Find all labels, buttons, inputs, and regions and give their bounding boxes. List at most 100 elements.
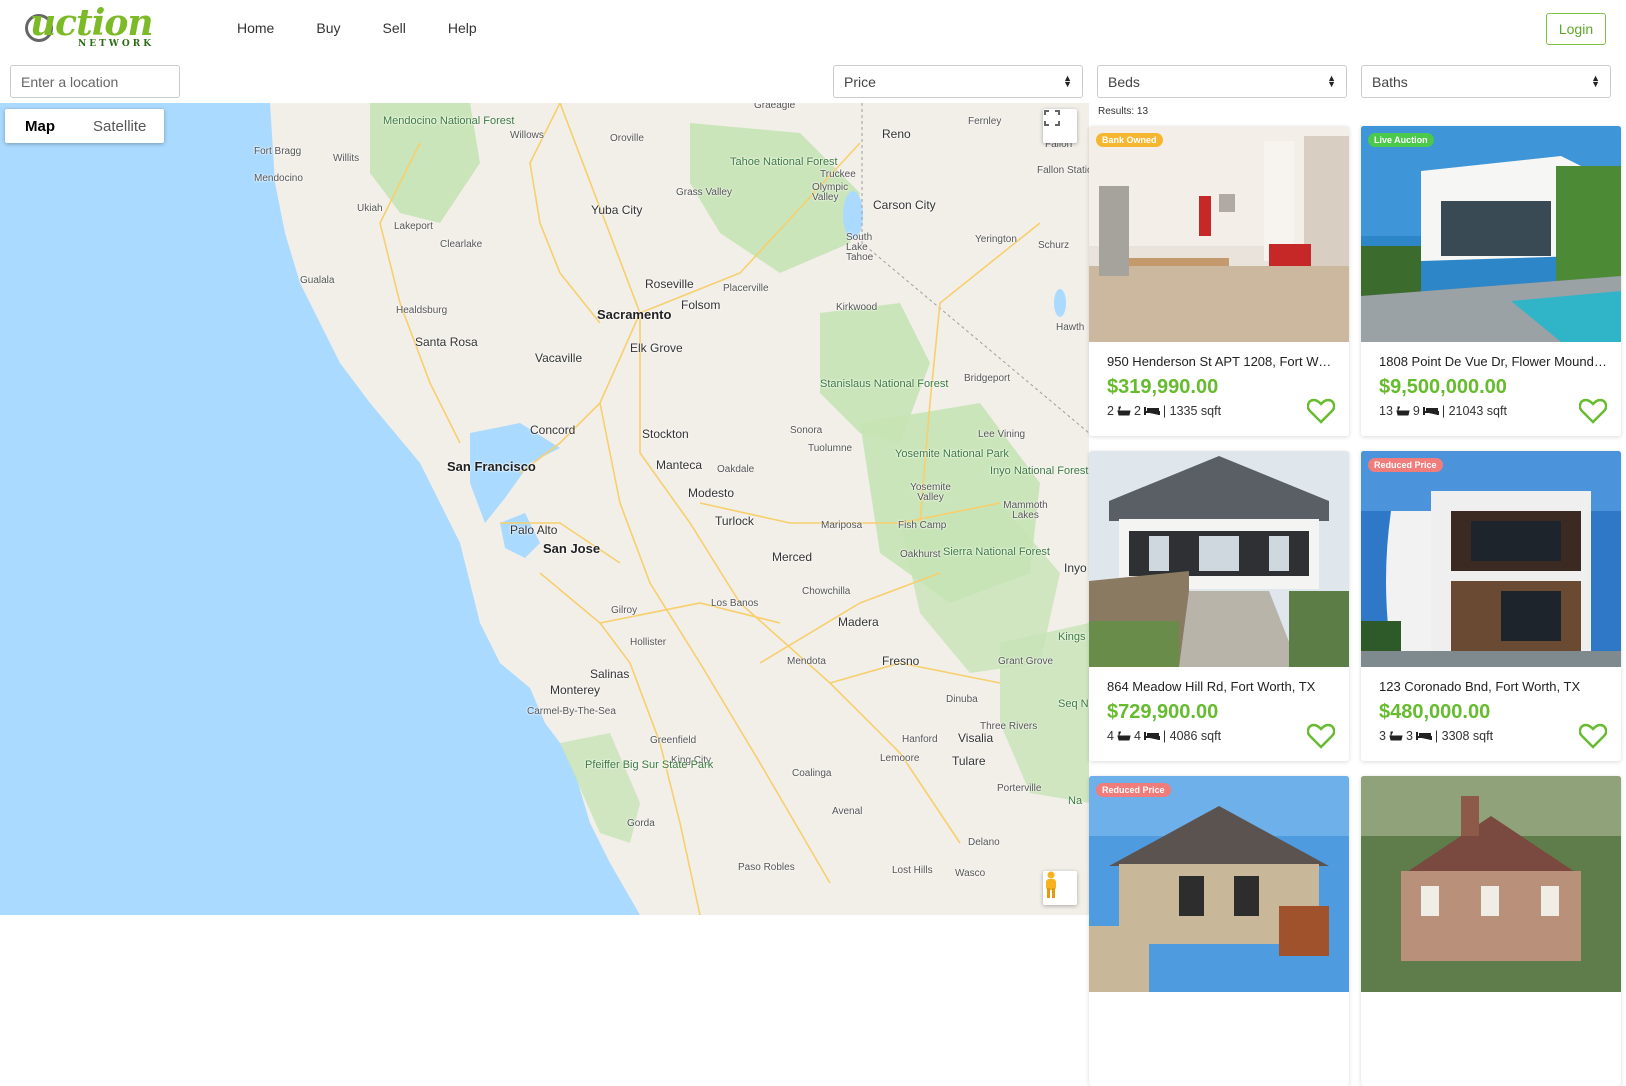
listing-address[interactable]: 1808 Point De Vue Dr, Flower Mound, TX	[1379, 354, 1609, 369]
sqft-value: | 3308 sqft	[1434, 729, 1494, 743]
map-label: Visalia	[958, 731, 994, 745]
nav-home[interactable]: Home	[237, 20, 274, 36]
bed-icon	[1415, 732, 1432, 740]
map-label: Truckee	[820, 169, 856, 180]
status-badge: Reduced Price	[1096, 783, 1171, 797]
map-label: Grass Valley	[676, 187, 732, 198]
map-label: Ukiah	[357, 203, 383, 214]
map-label: Mendocino National Forest	[383, 115, 515, 127]
favorite-heart-icon[interactable]	[1579, 398, 1607, 424]
listing-photo	[1361, 776, 1621, 992]
map-label: Monterey	[550, 683, 601, 697]
favorite-heart-icon[interactable]	[1579, 723, 1607, 749]
logo-subtitle: NETWORK	[78, 39, 155, 49]
nav-sell[interactable]: Sell	[382, 20, 405, 36]
listing-address[interactable]: 864 Meadow Hill Rd, Fort Worth, TX	[1107, 679, 1337, 694]
fullscreen-button[interactable]	[1043, 109, 1077, 143]
map-label: Fort Bragg	[254, 146, 302, 157]
map-label: Turlock	[715, 514, 754, 528]
map-label: Grant Grove	[998, 656, 1054, 667]
listing-address[interactable]: 950 Henderson St APT 1208, Fort Worth, T…	[1107, 354, 1337, 369]
listing-card[interactable]: Bank Owned 950 Henderson St APT 1208, Fo…	[1089, 126, 1349, 436]
map-label: Reno	[882, 127, 911, 141]
location-search-input[interactable]	[10, 65, 180, 98]
map-label: San Francisco	[447, 459, 536, 474]
map-label: Modesto	[688, 486, 735, 500]
map-label: San Jose	[543, 541, 601, 556]
baths-select[interactable]: Baths ▲ ▼	[1361, 65, 1611, 98]
map-label: Tulare	[952, 754, 986, 768]
map-tab-map[interactable]: Map	[5, 109, 75, 143]
status-badge: Live Auction	[1368, 133, 1434, 147]
map-label: Inyo	[1064, 561, 1087, 575]
nav-buy[interactable]: Buy	[316, 20, 340, 36]
bed-icon	[1143, 407, 1160, 415]
select-arrows-icon: ▲ ▼	[1327, 73, 1336, 89]
map-label: Lemoore	[880, 753, 920, 764]
price-select-label: Price	[844, 73, 876, 90]
listing-card[interactable]: Reduced Price 123 Coronado Bnd, Fort Wor…	[1361, 451, 1621, 761]
map-label: Madera	[838, 615, 879, 629]
map-label: Dinuba	[946, 694, 978, 705]
map-type-toggle: Map Satellite	[5, 109, 165, 143]
map-label: Stanislaus National Forest	[820, 378, 949, 390]
map-label: Chowchilla	[802, 586, 851, 597]
nav-help[interactable]: Help	[448, 20, 477, 36]
login-button[interactable]: Login	[1546, 13, 1606, 45]
baths-count: 2	[1133, 404, 1141, 418]
map-label: Hollister	[630, 637, 667, 648]
map-label: Mariposa	[821, 520, 863, 531]
listing-card[interactable]: Live Auction 1808 Point De Vue Dr, Flowe…	[1361, 126, 1621, 436]
map-label: Sonora	[790, 425, 823, 436]
baths-select-label: Baths	[1372, 73, 1408, 90]
listing-address[interactable]: 123 Coronado Bnd, Fort Worth, TX	[1379, 679, 1609, 694]
map-label: Sierra National Forest	[943, 546, 1050, 558]
listing-price: $729,900.00	[1107, 701, 1219, 723]
bed-icon	[1422, 407, 1439, 415]
favorite-heart-icon[interactable]	[1307, 398, 1335, 424]
listing-card[interactable]: 864 Meadow Hill Rd, Fort Worth, TX $729,…	[1089, 451, 1349, 761]
listing-photo	[1089, 451, 1349, 667]
street-view-pegman[interactable]	[1043, 871, 1077, 905]
results-count: Results: 13	[1098, 106, 1149, 117]
map-label: Oakdale	[717, 464, 755, 475]
beds-count: 13	[1379, 404, 1393, 418]
map-label: Lee Vining	[978, 429, 1026, 440]
map-label: Porterville	[997, 783, 1042, 794]
map-label: Fernley	[968, 116, 1002, 127]
map-label: Clearlake	[440, 239, 483, 250]
listing-photo	[1361, 451, 1621, 667]
price-select[interactable]: Price ▲ ▼	[833, 65, 1083, 98]
map-label: Willows	[510, 130, 544, 141]
map-view[interactable]: Graeagle Fernley Mendocino National Fore…	[0, 103, 1089, 915]
favorite-heart-icon[interactable]	[1307, 723, 1335, 749]
bath-icon	[1117, 406, 1131, 416]
status-badge: Reduced Price	[1368, 458, 1443, 472]
map-label: Greenfield	[650, 735, 697, 746]
map-label: Yosemite Valley	[910, 482, 951, 503]
map-label: Gualala	[300, 275, 335, 286]
map-label: Mendocino	[254, 173, 303, 184]
listing-card[interactable]: Reduced Price	[1089, 776, 1349, 1086]
listing-specs: 2 2 | 1335 sqft	[1107, 404, 1221, 418]
map-label: Salinas	[590, 667, 630, 681]
map-label: Santa Rosa	[415, 335, 478, 349]
beds-select[interactable]: Beds ▲ ▼	[1097, 65, 1347, 98]
logo-wordmark: uction	[30, 2, 154, 44]
map-label: Vacaville	[535, 351, 583, 365]
auction-network-logo[interactable]: uction NETWORK	[22, 2, 162, 50]
listing-photo	[1361, 126, 1621, 342]
map-tab-satellite[interactable]: Satellite	[75, 109, 164, 143]
map-label: Healdsburg	[396, 305, 448, 316]
map-label: Coalinga	[792, 768, 832, 779]
map-label: Willits	[333, 153, 360, 164]
status-badge: Bank Owned	[1096, 133, 1163, 147]
listing-card[interactable]	[1361, 776, 1621, 1086]
baths-count: 3	[1405, 729, 1413, 743]
listing-photo	[1089, 126, 1349, 342]
listing-specs: 4 4 | 4086 sqft	[1107, 729, 1221, 743]
map-label: Folsom	[681, 298, 721, 312]
beds-count: 4	[1107, 729, 1114, 743]
map-label: Graeagle	[754, 103, 796, 111]
map-label: Pfeiffer Big Sur State Park	[585, 759, 714, 771]
